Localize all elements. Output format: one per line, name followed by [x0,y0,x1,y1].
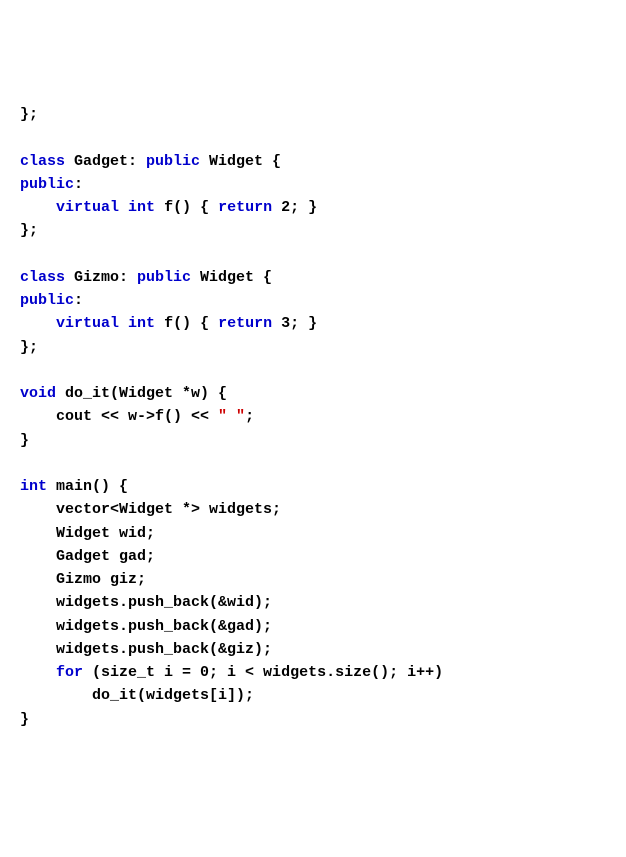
code-text: f() { [155,315,218,332]
code-text: Gadget: [65,153,146,170]
code-indent [20,199,56,216]
code-text: Gadget gad; [20,548,155,565]
code-text: cout << w->f() << [20,408,218,425]
code-block: }; class Gadget: public Widget { public:… [20,103,606,731]
code-indent [20,664,56,681]
code-text: : [74,292,83,309]
code-text [119,315,128,332]
string-literal: " " [218,408,245,425]
code-text: main() { [47,478,128,495]
code-indent [20,315,56,332]
keyword-void: void [20,385,56,402]
keyword-public: public [146,153,200,170]
code-text: vector<Widget *> widgets; [20,501,281,518]
code-text: : [74,176,83,193]
keyword-public: public [20,292,74,309]
keyword-return: return [218,315,272,332]
keyword-virtual: virtual [56,315,119,332]
code-text: f() { [155,199,218,216]
keyword-int: int [20,478,47,495]
code-text: (size_t i = 0; i < widgets.size(); i++) [83,664,443,681]
keyword-public: public [137,269,191,286]
code-text [119,199,128,216]
keyword-virtual: virtual [56,199,119,216]
keyword-class: class [20,153,65,170]
code-text: do_it(widgets[i]); [20,687,254,704]
code-text: widgets.push_back(&gad); [20,618,272,635]
code-text: Gizmo: [65,269,137,286]
code-text: }; [20,106,38,123]
code-text: widgets.push_back(&wid); [20,594,272,611]
keyword-for: for [56,664,83,681]
code-text: Widget { [200,153,281,170]
code-text: 3; } [272,315,317,332]
code-text: } [20,432,29,449]
keyword-class: class [20,269,65,286]
keyword-return: return [218,199,272,216]
keyword-public: public [20,176,74,193]
code-text: }; [20,339,38,356]
code-text: Widget wid; [20,525,155,542]
code-text: do_it(Widget *w) { [56,385,227,402]
code-text: 2; } [272,199,317,216]
code-text: Gizmo giz; [20,571,146,588]
code-text: widgets.push_back(&giz); [20,641,272,658]
keyword-int: int [128,315,155,332]
code-text: ; [245,408,254,425]
keyword-int: int [128,199,155,216]
code-text: }; [20,222,38,239]
code-text: } [20,711,29,728]
code-text: Widget { [191,269,272,286]
